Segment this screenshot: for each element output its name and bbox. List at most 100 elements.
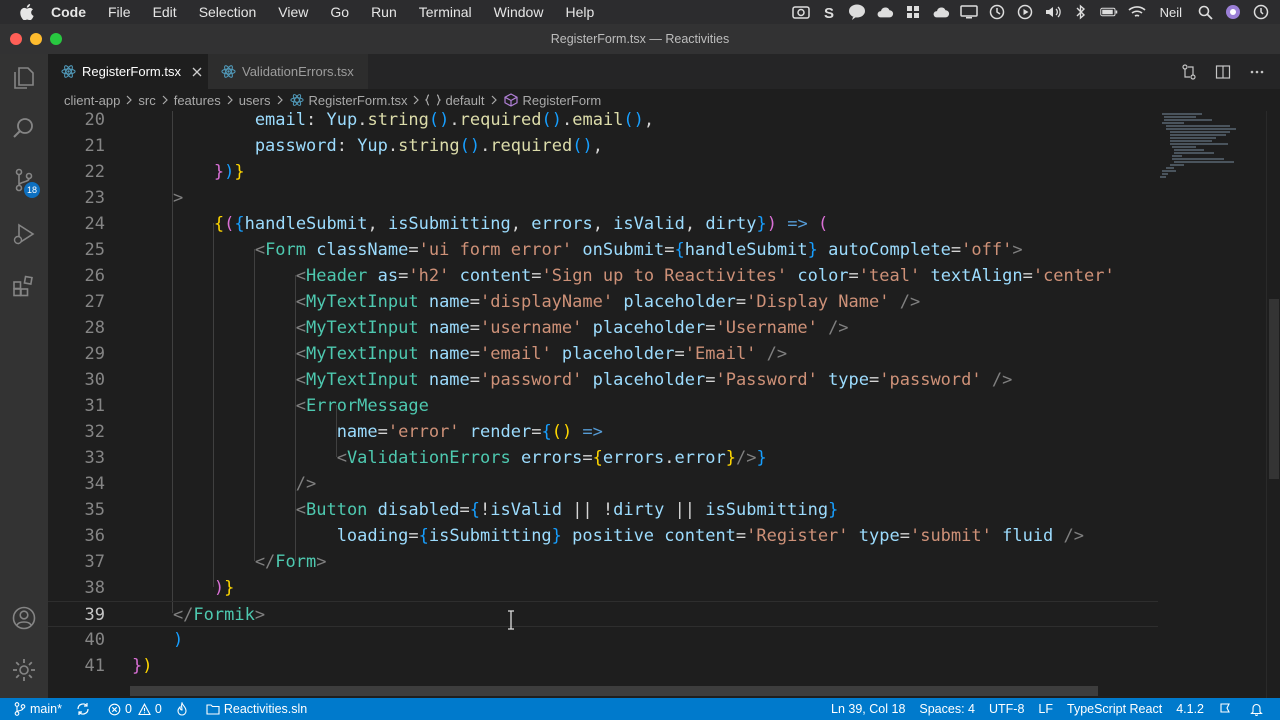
bluetooth-icon[interactable] (1072, 3, 1090, 21)
feedback-button[interactable] (1211, 698, 1243, 720)
more-actions-icon[interactable] (1248, 63, 1266, 81)
code-line[interactable]: 35 <Button disabled={!isValid || !dirty … (48, 497, 1158, 523)
code-line[interactable]: 21 password: Yup.string().required(), (48, 133, 1158, 159)
compare-changes-icon[interactable] (1180, 63, 1198, 81)
breadcrumb-item[interactable]: users (239, 93, 271, 108)
skype-icon[interactable]: S (820, 3, 838, 21)
menu-file[interactable]: File (97, 0, 142, 24)
code-line[interactable]: 37 </Form> (48, 549, 1158, 575)
problems-status[interactable]: 0 0 (101, 698, 169, 720)
code-editor[interactable]: 20 email: Yup.string().required().email(… (48, 111, 1280, 698)
source-control-badge: 18 (24, 182, 41, 198)
notifications-button[interactable] (1243, 698, 1274, 720)
menu-help[interactable]: Help (554, 0, 605, 24)
code-line[interactable]: 24 {({handleSubmit, isSubmitting, errors… (48, 211, 1158, 237)
explorer-icon[interactable] (0, 54, 48, 102)
close-icon[interactable] (189, 64, 205, 80)
settings-gear-icon[interactable] (0, 646, 48, 694)
search-icon[interactable] (0, 104, 48, 152)
window-title-bar: RegisterForm.tsx — Reactivities (0, 24, 1280, 54)
module-symbol-icon (425, 93, 442, 107)
line-app-icon[interactable] (848, 3, 866, 21)
spotlight-search-icon[interactable] (1196, 3, 1214, 21)
source-control-icon[interactable]: 18 (0, 156, 48, 204)
code-line[interactable]: 23 > (48, 185, 1158, 211)
code-line[interactable]: 27 <MyTextInput name='displayName' place… (48, 289, 1158, 315)
tab-label: ValidationErrors.tsx (242, 64, 354, 79)
camera-icon[interactable] (791, 3, 810, 21)
menu-go[interactable]: Go (319, 0, 360, 24)
menu-app-name[interactable]: Code (38, 0, 97, 24)
tab-validationerrors[interactable]: ValidationErrors.tsx (208, 54, 368, 89)
close-window-button[interactable] (10, 33, 22, 45)
breadcrumb-item[interactable]: default (445, 93, 484, 108)
account-icon[interactable] (0, 594, 48, 642)
code-line[interactable]: 20 email: Yup.string().required().email(… (48, 111, 1158, 133)
run-debug-icon[interactable] (0, 210, 48, 258)
chevron-right-icon (273, 93, 287, 107)
display-icon[interactable] (959, 3, 978, 21)
clock-icon[interactable] (1252, 3, 1270, 21)
battery-icon[interactable] (1099, 3, 1118, 21)
end-of-line[interactable]: LF (1031, 698, 1060, 720)
extensions-icon[interactable] (0, 262, 48, 310)
menu-edit[interactable]: Edit (142, 0, 188, 24)
code-line[interactable]: 41}) (48, 653, 1158, 679)
code-line[interactable]: 31 <ErrorMessage (48, 393, 1158, 419)
code-line[interactable]: 28 <MyTextInput name='username' placehol… (48, 315, 1158, 341)
code-line[interactable]: 40 ) (48, 627, 1158, 653)
code-line[interactable]: 25 <Form className='ui form error' onSub… (48, 237, 1158, 263)
language-mode[interactable]: TypeScript React (1060, 698, 1169, 720)
maximize-window-button[interactable] (50, 33, 62, 45)
scrollbar-thumb[interactable] (1269, 299, 1279, 479)
volume-icon[interactable] (1044, 3, 1062, 21)
minimap[interactable] (1158, 111, 1266, 698)
indentation[interactable]: Spaces: 4 (912, 698, 982, 720)
breadcrumb-item[interactable]: RegisterForm (523, 93, 602, 108)
code-line[interactable]: 26 <Header as='h2' content='Sign up to R… (48, 263, 1158, 289)
horizontal-scrollbar[interactable] (130, 686, 1098, 696)
control-center-icon[interactable] (1224, 3, 1242, 21)
minimize-window-button[interactable] (30, 33, 42, 45)
apple-icon[interactable] (16, 0, 38, 24)
code-line[interactable]: 34 /> (48, 471, 1158, 497)
code-line[interactable]: 30 <MyTextInput name='password' placehol… (48, 367, 1158, 393)
cursor-position[interactable]: Ln 39, Col 18 (824, 698, 912, 720)
code-line[interactable]: 36 loading={isSubmitting} positive conte… (48, 523, 1158, 549)
vertical-scrollbar[interactable] (1266, 111, 1280, 698)
live-share-button[interactable] (169, 698, 199, 720)
breadcrumb-item[interactable]: features (174, 93, 221, 108)
grid-app-icon[interactable] (904, 3, 922, 21)
split-editor-icon[interactable] (1214, 63, 1232, 81)
menu-run[interactable]: Run (360, 0, 408, 24)
code-line-current[interactable]: 39 </Formik> (48, 601, 1158, 627)
encoding[interactable]: UTF-8 (982, 698, 1031, 720)
code-line[interactable]: 29 <MyTextInput name='email' placeholder… (48, 341, 1158, 367)
branch-name: main* (30, 702, 62, 716)
code-line[interactable]: 38 )} (48, 575, 1158, 601)
creative-cloud-icon[interactable] (932, 3, 950, 21)
wifi-icon[interactable] (1128, 3, 1146, 21)
code-line[interactable]: 32 name='error' render={() => (48, 419, 1158, 445)
time-machine-icon[interactable] (988, 3, 1006, 21)
sync-button[interactable] (69, 698, 101, 720)
breadcrumb-item[interactable]: client-app (64, 93, 120, 108)
code-line[interactable]: 33 <ValidationErrors errors={errors.erro… (48, 445, 1158, 471)
text-cursor-icon (508, 610, 514, 630)
tab-registerform[interactable]: RegisterForm.tsx (48, 54, 208, 89)
menu-bar-user[interactable]: Neil (1156, 5, 1186, 20)
menu-selection[interactable]: Selection (188, 0, 268, 24)
solution-status[interactable]: Reactivities.sln (199, 698, 314, 720)
breadcrumb-item[interactable]: RegisterForm.tsx (309, 93, 408, 108)
menu-window[interactable]: Window (483, 0, 555, 24)
breadcrumb-item[interactable]: src (138, 93, 155, 108)
menu-view[interactable]: View (267, 0, 319, 24)
play-icon[interactable] (1016, 3, 1034, 21)
branch-status[interactable]: main* (0, 698, 69, 720)
cloud-icon[interactable] (876, 3, 894, 21)
menu-terminal[interactable]: Terminal (408, 0, 483, 24)
code-line[interactable]: 22 })} (48, 159, 1158, 185)
typescript-version[interactable]: 4.1.2 (1169, 698, 1211, 720)
bell-icon (1250, 703, 1263, 716)
git-branch-icon (14, 702, 26, 716)
